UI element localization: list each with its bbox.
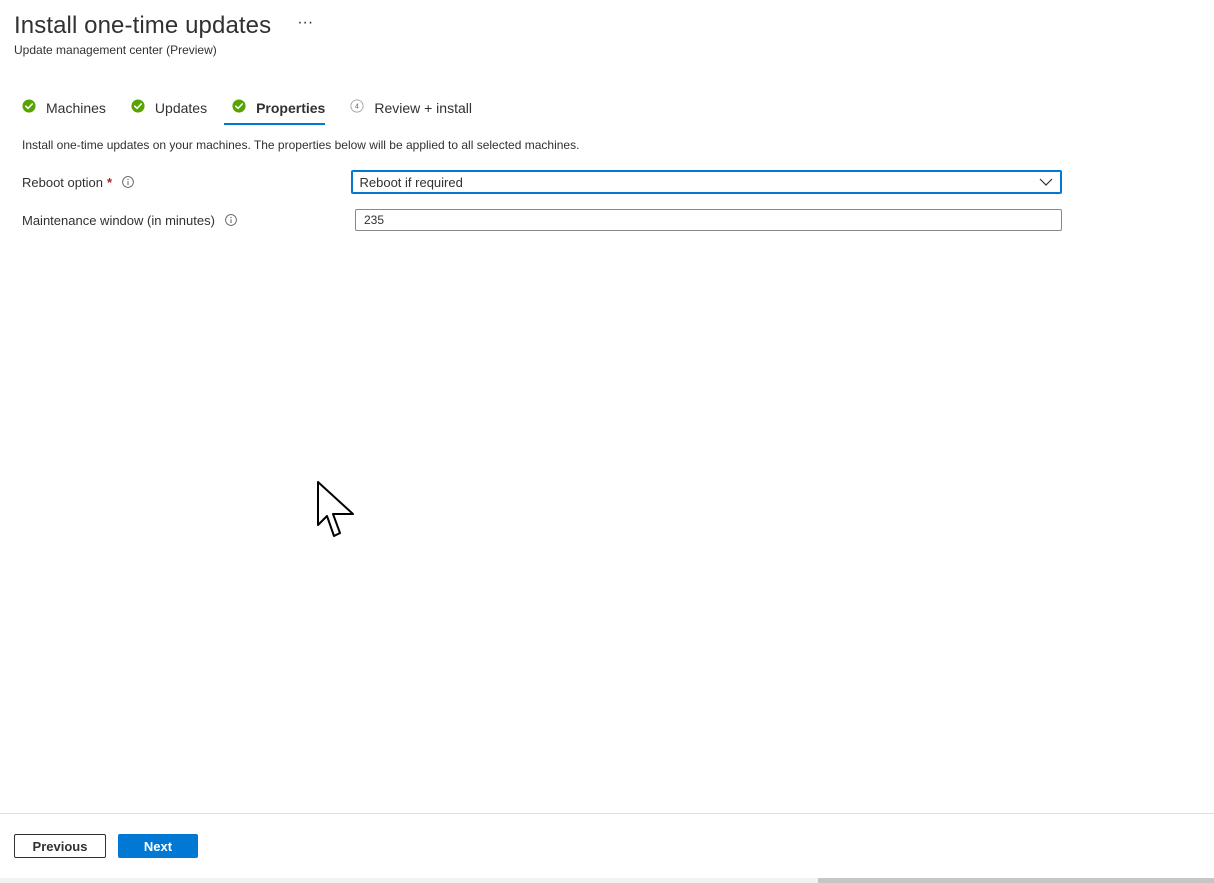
reboot-option-row: Reboot option * Reboot if required: [22, 170, 1062, 194]
maintenance-window-label-text: Maintenance window (in minutes): [22, 212, 215, 228]
tab-label: Machines: [46, 100, 106, 116]
tab-label: Properties: [256, 100, 326, 116]
reboot-option-select[interactable]: Reboot if required: [350, 170, 1062, 194]
chevron-down-icon: [1039, 178, 1053, 186]
previous-button[interactable]: Previous: [14, 834, 106, 858]
maintenance-window-label: Maintenance window (in minutes): [22, 213, 355, 228]
reboot-option-value: Reboot if required: [359, 174, 463, 190]
page-title: Install one-time updates: [14, 12, 272, 39]
info-icon[interactable]: [122, 176, 134, 188]
reboot-option-label: Reboot option *: [22, 175, 351, 190]
page-description: Install one-time updates on your machine…: [22, 138, 580, 152]
tab-updates[interactable]: Updates: [131, 93, 207, 123]
step-number: 4: [355, 104, 359, 111]
title-row: Install one-time updates ···: [14, 10, 315, 42]
maintenance-window-row: Maintenance window (in minutes): [22, 209, 1062, 231]
tab-properties[interactable]: Properties: [224, 93, 326, 125]
maintenance-window-input[interactable]: [355, 209, 1062, 231]
required-indicator: *: [106, 174, 113, 190]
tab-label: Updates: [154, 100, 208, 116]
reboot-option-label-text: Reboot option: [22, 174, 103, 190]
page-header: Install one-time updates ··· Update mana…: [14, 10, 315, 58]
check-circle-icon: [22, 99, 36, 113]
more-actions-button[interactable]: ···: [295, 15, 315, 31]
info-icon[interactable]: [225, 214, 237, 226]
check-circle-icon: [131, 99, 145, 113]
tab-review-install[interactable]: 4 Review + install: [350, 93, 472, 123]
scrollbar-thumb[interactable]: [818, 878, 1214, 883]
footer-divider: [0, 813, 1214, 814]
tab-label: Review + install: [374, 100, 472, 116]
mouse-cursor-icon: [317, 481, 354, 537]
step-number-icon: 4: [350, 99, 364, 113]
tab-machines[interactable]: Machines: [22, 93, 106, 123]
wizard-steps: Machines Updates Properties 4 Review + i…: [22, 93, 497, 125]
page-subtitle: Update management center (Preview): [14, 43, 217, 57]
check-circle-icon: [232, 99, 246, 113]
wizard-footer: Previous Next: [14, 834, 198, 858]
next-button[interactable]: Next: [118, 834, 198, 858]
